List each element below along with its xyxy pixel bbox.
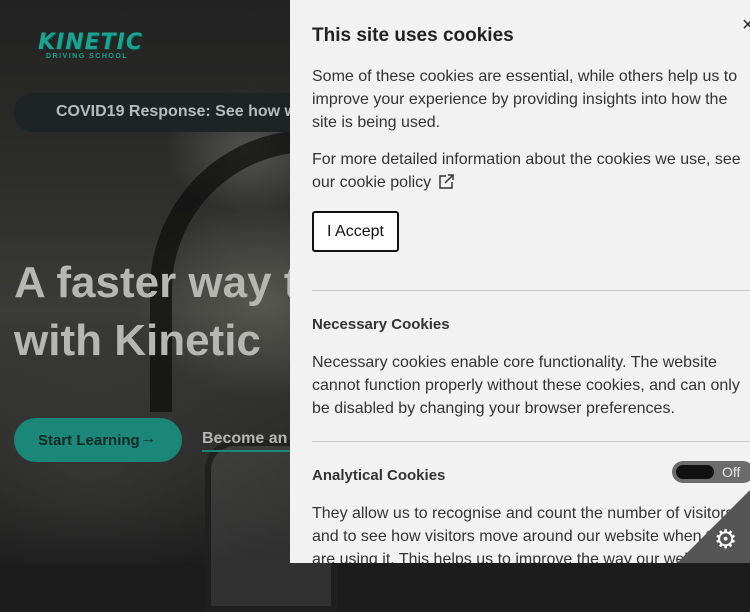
cookie-consent-panel: × This site uses cookies Some of these c… xyxy=(290,0,750,563)
necessary-cookies-description: Necessary cookies enable core functional… xyxy=(312,354,740,417)
analytical-cookies-toggle[interactable]: Off xyxy=(672,461,750,483)
arrow-right-icon: → xyxy=(140,430,156,447)
site-logo[interactable]: KINETIC DRIVING SCHOOL xyxy=(28,30,163,66)
external-link-icon xyxy=(437,173,455,198)
close-icon[interactable]: × xyxy=(742,14,750,37)
toggle-state-label: Off xyxy=(722,464,741,480)
covid-announcement-text: COVID19 Response: See how we xyxy=(56,103,306,120)
analytical-cookies-title: Analytical Cookies xyxy=(312,467,446,484)
start-learning-label: Start Learning xyxy=(38,432,140,449)
section-divider xyxy=(312,441,750,442)
accept-cookies-button[interactable]: I Accept xyxy=(312,211,399,252)
section-divider xyxy=(312,290,750,291)
headline-line-1: A faster way t xyxy=(14,258,299,307)
cookie-panel-title: This site uses cookies xyxy=(312,25,514,46)
hero-headline: A faster way t with Kinetic xyxy=(14,254,298,370)
toggle-knob xyxy=(676,465,714,479)
start-learning-button[interactable]: Start Learning → xyxy=(14,418,182,462)
gear-icon: ⚙ xyxy=(714,524,738,554)
become-instructor-link[interactable]: Become an i xyxy=(202,430,297,452)
cookie-settings-corner[interactable]: ⚙ xyxy=(677,490,750,563)
cookie-policy-paragraph: For more detailed information about the … xyxy=(312,148,744,198)
cookie-intro-text: Some of these cookies are essential, whi… xyxy=(312,68,738,131)
necessary-cookies-title: Necessary Cookies xyxy=(312,316,450,333)
headline-line-2: with Kinetic xyxy=(14,316,261,365)
logo-text: KINETIC xyxy=(38,30,144,55)
cookie-policy-link[interactable]: For more detailed information about the … xyxy=(312,151,741,191)
logo-subtext: DRIVING SCHOOL xyxy=(46,53,129,60)
